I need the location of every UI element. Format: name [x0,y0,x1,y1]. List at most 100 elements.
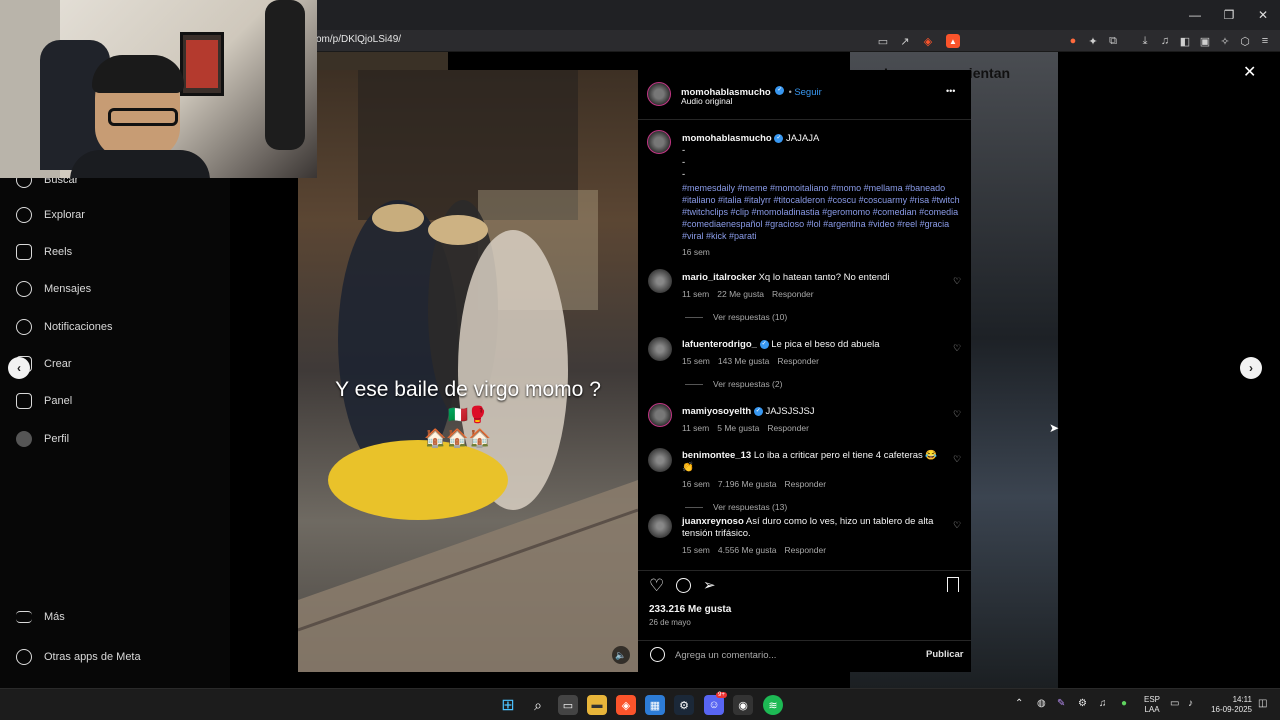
wallet-icon[interactable]: ▣ [1196,32,1214,50]
puzzle-icon[interactable]: ✦ [1084,32,1102,50]
network-icon[interactable]: ▭ [1170,698,1179,709]
comment-time: 16 sem [682,479,710,489]
video-frame [298,70,638,672]
reply-button[interactable]: Responder [767,423,809,433]
vpn-icon[interactable]: ⬡ [1236,32,1254,50]
brave-browser-icon[interactable]: ◈ [616,695,636,715]
tray-app-icon[interactable]: ✎ [1057,698,1065,709]
sidebar-toggle-icon[interactable]: ◧ [1176,32,1194,50]
like-icon[interactable]: ♡ [649,576,664,596]
file-explorer-icon[interactable]: ▬ [587,695,607,715]
spotify-icon[interactable]: ≋ [763,695,783,715]
view-replies-button[interactable]: Ver respuestas (13) [685,502,947,512]
share-icon[interactable]: ➢ [703,576,716,594]
bookmark-icon[interactable] [947,577,959,592]
minimize-button[interactable]: — [1178,0,1212,30]
reply-button[interactable]: Responder [772,289,814,299]
comment-author[interactable]: juanxreynoso [682,516,744,527]
screen-icon[interactable]: ▭ [874,32,892,50]
comment-icon[interactable] [676,578,691,593]
screenshot-icon[interactable]: ⧉ [1104,32,1122,50]
microphone-icon[interactable]: ● [1121,698,1127,709]
task-view-icon[interactable]: ▭ [558,695,578,715]
comment-avatar[interactable] [648,514,672,538]
extension-icon[interactable]: ● [1064,32,1082,50]
download-icon[interactable]: ⤓ [1136,32,1154,50]
comment-avatar[interactable] [648,337,672,361]
sidebar-item-notifications[interactable]: Notificaciones [16,319,112,335]
publish-button[interactable]: Publicar [926,649,964,660]
caption-author[interactable]: momohablasmucho [682,133,772,144]
more-options-button[interactable]: ••• [946,86,955,96]
share-icon[interactable]: ↗ [896,32,914,50]
volume-icon[interactable]: ♪ [1188,698,1193,709]
previous-post-button[interactable]: ‹ [8,357,30,379]
tray-expand-icon[interactable]: ⌃ [1015,698,1023,709]
view-replies-button[interactable]: Ver respuestas (2) [685,379,947,389]
steam-icon[interactable]: ⚙ [674,695,694,715]
comment-like-icon[interactable]: ♡ [953,454,961,465]
audio-label[interactable]: Audio original [681,96,733,106]
view-replies-button[interactable]: Ver respuestas (10) [685,312,947,322]
search-icon[interactable]: ⌕ [528,695,548,715]
sidebar-item-messages[interactable]: Mensajes [16,281,91,297]
maximize-button[interactable]: ❐ [1212,0,1246,30]
brave-rewards-icon[interactable]: ▲ [946,34,960,48]
comment-like-icon[interactable]: ♡ [953,409,961,420]
caption-line: - [682,145,686,156]
photos-icon[interactable]: ▦ [645,695,665,715]
close-icon[interactable]: ✕ [1243,62,1256,82]
sidebar-item-explore[interactable]: Explorar [16,207,85,223]
likes-count[interactable]: 233.216 Me gusta [649,604,731,615]
sidebar-item-meta-apps[interactable]: Otras apps de Meta [16,649,141,665]
caption-avatar[interactable] [647,130,671,154]
comment-avatar[interactable] [648,403,672,427]
follow-button[interactable]: Seguir [794,87,821,98]
menu-icon[interactable]: ≡ [1256,32,1274,50]
url-text[interactable]: om/p/DKlQjoLSi49/ [316,34,401,45]
mute-button[interactable]: 🔈 [612,646,630,664]
comment-likes[interactable]: 4.556 Me gusta [718,545,777,555]
comment-likes[interactable]: 22 Me gusta [717,289,764,299]
next-post-button[interactable]: › [1240,357,1262,379]
tray-app-icon[interactable]: ◍ [1037,698,1046,709]
comment-input[interactable] [675,648,905,662]
comment-likes[interactable]: 7.196 Me gusta [718,479,777,489]
reel-video[interactable] [298,70,638,672]
comment-author[interactable]: benimontee_13 [682,450,751,461]
notifications-icon[interactable]: ◫ [1258,698,1267,709]
comment-author[interactable]: mario_italrocker [682,272,756,283]
tray-steam-icon[interactable]: ⚙ [1078,698,1087,709]
sidebar-item-profile[interactable]: Perfil [16,431,69,447]
author-avatar[interactable] [647,82,671,106]
reply-button[interactable]: Responder [784,545,826,555]
comment-like-icon[interactable]: ♡ [953,343,961,354]
clock[interactable]: 14:11 16-09-2025 [1208,695,1252,715]
comment-like-icon[interactable]: ♡ [953,276,961,287]
reply-button[interactable]: Responder [784,479,826,489]
windows-start-icon[interactable]: ⊞ [498,695,518,715]
comment-likes[interactable]: 143 Me gusta [718,356,770,366]
video-overlay-emoji: 🏠🏠🏠 [424,428,492,448]
headset-icon[interactable]: ♫ [1099,698,1107,709]
brave-shield-icon[interactable]: ◈ [919,32,937,50]
reply-button[interactable]: Responder [777,356,819,366]
sidebar-item-reels[interactable]: Reels [16,244,72,260]
comment-author[interactable]: lafuenterodrigo_ [682,339,757,350]
language-indicator[interactable]: ESP LAA [1144,695,1160,715]
comment-avatar[interactable] [648,269,672,293]
comment-avatar[interactable] [648,448,672,472]
leo-ai-icon[interactable]: ✧ [1216,32,1234,50]
heart-icon [16,319,32,335]
comment-author[interactable]: mamiyosoyelth [682,406,751,417]
discord-icon[interactable]: ☺ [704,695,724,715]
obs-icon[interactable]: ◉ [733,695,753,715]
music-icon[interactable]: ♫ [1156,32,1174,50]
comment-likes[interactable]: 5 Me gusta [717,423,759,433]
caption-hashtags[interactable]: #memesdaily #meme #momoitaliano #momo #m… [682,182,962,242]
close-window-button[interactable]: ✕ [1246,0,1280,30]
sidebar-item-panel[interactable]: Panel [16,393,72,409]
comment-like-icon[interactable]: ♡ [953,520,961,531]
emoji-icon[interactable] [650,647,665,662]
sidebar-item-more[interactable]: Más [16,611,65,623]
